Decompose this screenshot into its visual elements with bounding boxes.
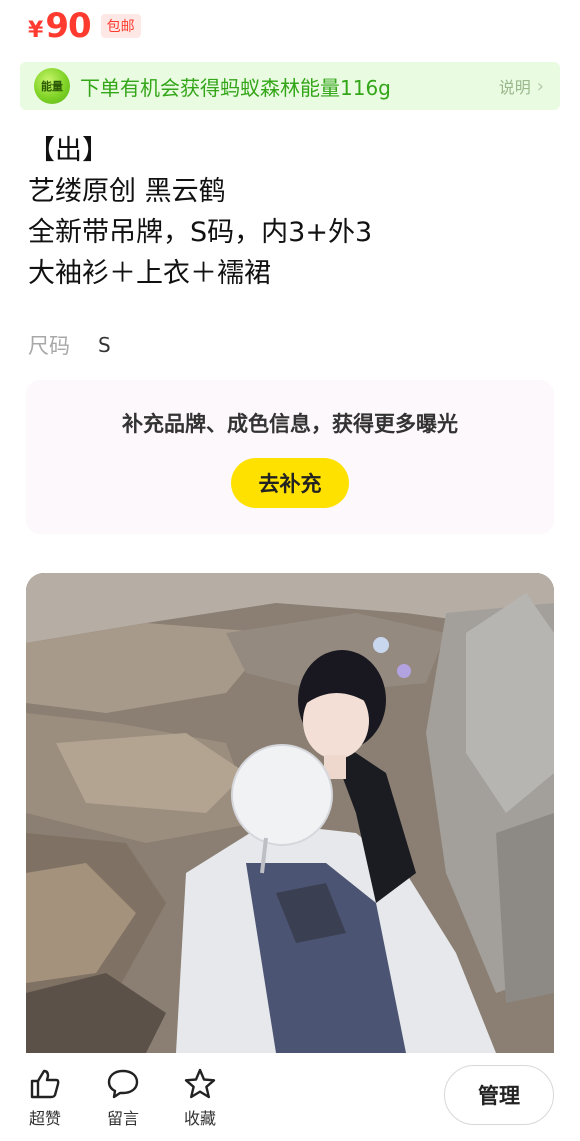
item-description: 【出】 艺缕原创 黑云鹤 全新带吊牌，S码，内3+外3 大袖衫＋上衣＋襦裙 [28,130,372,294]
favorite-action[interactable]: 收藏 [175,1067,225,1129]
price-value: 90 [45,6,91,46]
energy-icon-label: 能量 [41,79,63,93]
size-value: S [98,333,111,357]
supplement-button[interactable]: 去补充 [231,458,349,508]
price-row: ¥ 90 包邮 [28,6,141,50]
energy-text: 下单有机会获得蚂蚁森林能量116g [80,75,391,100]
size-label: 尺码 [28,334,70,358]
manage-button[interactable]: 管理 [444,1065,554,1125]
supplement-prompt: 补充品牌、成色信息，获得更多曝光 [122,412,458,436]
price-currency: ¥ [28,18,44,43]
description-line: 全新带吊牌，S码，内3+外3 [28,217,373,248]
thumbs-up-icon [30,1069,60,1099]
supplement-info-card: 补充品牌、成色信息，获得更多曝光 去补充 [26,380,554,534]
comment-label: 留言 [106,1109,139,1128]
chevron-right-icon: › [536,75,544,97]
description-line: 【出】 [28,135,109,166]
like-action[interactable]: 超赞 [20,1067,70,1129]
comment-bubble-icon [107,1069,139,1099]
bottom-action-bar: 超赞 留言 收藏 管理 [0,1053,580,1141]
like-label: 超赞 [28,1109,61,1128]
star-icon [184,1068,216,1099]
size-attribute: 尺码 S [28,330,111,360]
energy-ball-icon: 能量 [34,68,70,104]
comment-action[interactable]: 留言 [98,1067,148,1129]
favorite-label: 收藏 [183,1109,216,1128]
product-photo[interactable] [26,573,554,1053]
description-line: 大袖衫＋上衣＋襦裙 [28,258,271,289]
energy-explain-link[interactable]: 说明 [499,74,531,98]
description-line: 艺缕原创 黑云鹤 [28,176,226,207]
free-shipping-badge: 包邮 [100,14,141,38]
product-photo-illustration [26,573,554,1053]
ant-forest-energy-banner[interactable]: 能量 下单有机会获得蚂蚁森林能量116g 说明 › [20,62,560,110]
